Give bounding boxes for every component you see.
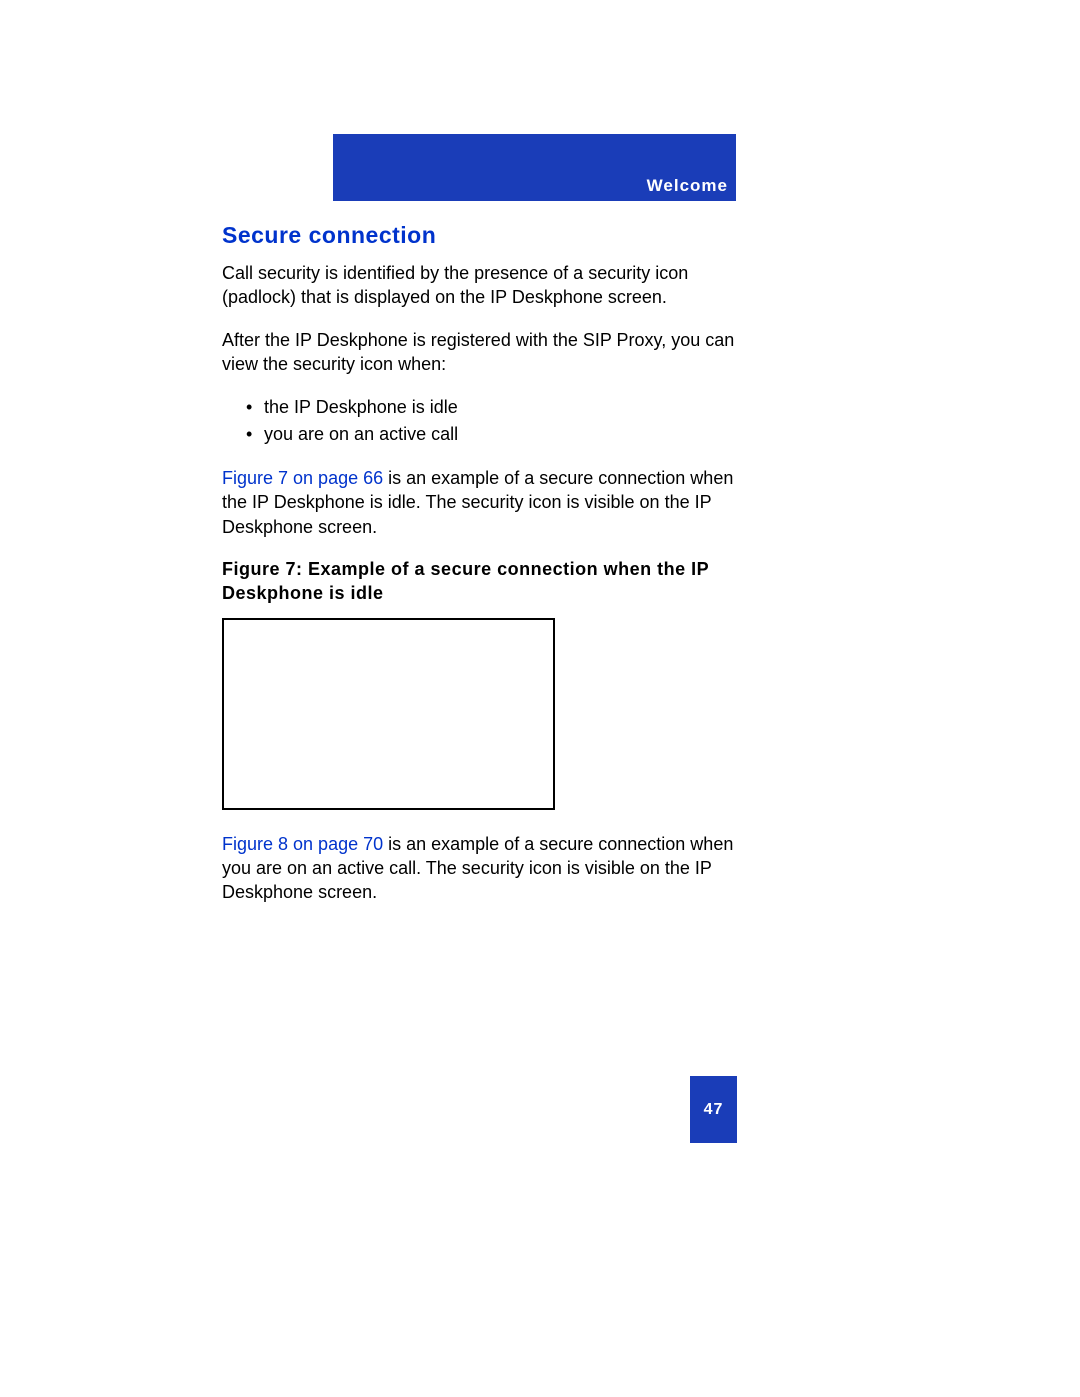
list-item: the IP Deskphone is idle <box>246 394 738 421</box>
paragraph-1: Call security is identified by the prese… <box>222 261 738 310</box>
figure-7-placeholder <box>222 618 555 810</box>
list-item: you are on an active call <box>246 421 738 448</box>
page-content: Secure connection Call security is ident… <box>222 222 738 923</box>
section-title: Secure connection <box>222 222 738 249</box>
paragraph-4: Figure 8 on page 70 is an example of a s… <box>222 832 738 905</box>
figure-7-caption: Figure 7: Example of a secure connection… <box>222 557 738 606</box>
paragraph-2: After the IP Deskphone is registered wit… <box>222 328 738 377</box>
page-number: 47 <box>704 1101 724 1119</box>
bullet-list: the IP Deskphone is idle you are on an a… <box>222 394 738 448</box>
page-number-box: 47 <box>690 1076 737 1143</box>
figure-8-link[interactable]: Figure 8 on page 70 <box>222 834 383 854</box>
figure-7-link[interactable]: Figure 7 on page 66 <box>222 468 383 488</box>
header-section-label: Welcome <box>647 176 728 196</box>
paragraph-3: Figure 7 on page 66 is an example of a s… <box>222 466 738 539</box>
